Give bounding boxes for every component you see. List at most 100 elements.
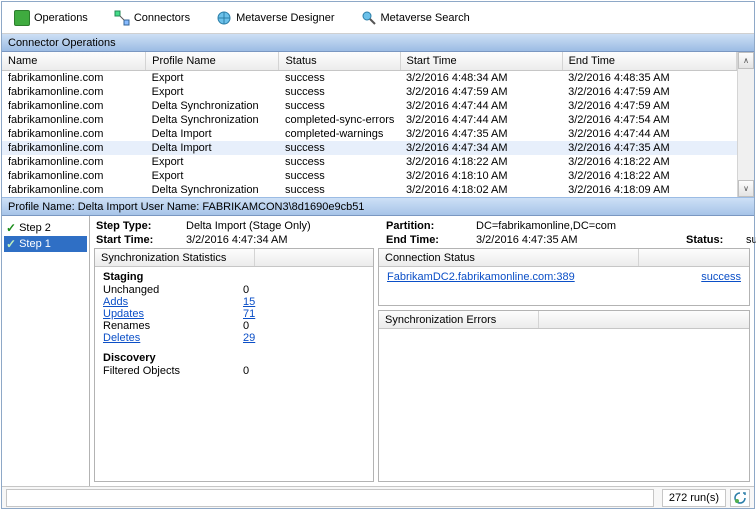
cell-start: 3/2/2016 4:18:10 AM: [400, 169, 562, 183]
table-row[interactable]: fabrikamonline.comExportsuccess3/2/2016 …: [2, 169, 737, 183]
column-header[interactable]: Profile Name: [146, 52, 279, 71]
table-row[interactable]: fabrikamonline.comDelta Synchronizationc…: [2, 113, 737, 127]
stat-key[interactable]: Updates: [103, 308, 243, 320]
step-type-label: Step Type:: [96, 220, 186, 232]
sync-errors-panel: Synchronization Errors: [378, 310, 750, 482]
cell-name: fabrikamonline.com: [2, 155, 146, 169]
cell-start: 3/2/2016 4:18:02 AM: [400, 183, 562, 197]
detail-area: ✓Step 2✓Step 1 Step Type: Delta Import (…: [2, 216, 754, 486]
cell-end: 3/2/2016 4:18:09 AM: [562, 183, 736, 197]
partition-value: DC=fabrikamonline,DC=com: [476, 220, 756, 232]
operations-icon: [14, 10, 30, 26]
step-item[interactable]: ✓Step 2: [4, 220, 87, 236]
cell-name: fabrikamonline.com: [2, 113, 146, 127]
cell-start: 3/2/2016 4:48:34 AM: [400, 71, 562, 86]
cell-status: success: [279, 99, 400, 113]
detail-banner: Profile Name: Delta Import User Name: FA…: [2, 198, 754, 216]
column-header[interactable]: Name: [2, 52, 146, 71]
cell-end: 3/2/2016 4:48:35 AM: [562, 71, 736, 86]
stat-row: Updates71: [103, 308, 365, 320]
cell-profile: Delta Synchronization: [146, 113, 279, 127]
stat-key: Renames: [103, 320, 243, 332]
detail-panels: Synchronization Statistics StagingUnchan…: [90, 248, 754, 486]
column-header[interactable]: Start Time: [400, 52, 562, 71]
table-row[interactable]: fabrikamonline.comDelta Synchronizations…: [2, 99, 737, 113]
check-icon: ✓: [6, 237, 16, 251]
cell-profile: Export: [146, 71, 279, 86]
cell-name: fabrikamonline.com: [2, 99, 146, 113]
stat-value[interactable]: 29: [243, 332, 283, 344]
designer-label: Metaverse Designer: [236, 12, 334, 24]
stat-row: Adds15: [103, 296, 365, 308]
column-header[interactable]: Status: [279, 52, 400, 71]
cell-status: success: [279, 85, 400, 99]
cell-end: 3/2/2016 4:18:22 AM: [562, 169, 736, 183]
cell-name: fabrikamonline.com: [2, 127, 146, 141]
grid-scrollbar[interactable]: ∧ ∨: [737, 52, 754, 197]
metaverse-search-button[interactable]: Metaverse Search: [355, 8, 476, 28]
table-row[interactable]: fabrikamonline.comDelta Synchronizations…: [2, 183, 737, 197]
table-row[interactable]: fabrikamonline.comExportsuccess3/2/2016 …: [2, 71, 737, 86]
cell-profile: Delta Import: [146, 127, 279, 141]
refresh-button[interactable]: [730, 489, 750, 507]
stat-group-title: Discovery: [103, 352, 365, 364]
step-item[interactable]: ✓Step 1: [4, 236, 87, 252]
cell-profile: Delta Synchronization: [146, 183, 279, 197]
detail-right: Step Type: Delta Import (Stage Only) Par…: [90, 216, 754, 486]
cell-profile: Export: [146, 169, 279, 183]
app-window: Operations Connectors Metaverse Designer…: [1, 1, 755, 509]
table-row[interactable]: fabrikamonline.comDelta Importcompleted-…: [2, 127, 737, 141]
stat-key[interactable]: Deletes: [103, 332, 243, 344]
operations-grid[interactable]: NameProfile NameStatusStart TimeEnd Time…: [2, 52, 737, 197]
end-time-value: 3/2/2016 4:47:35 AM: [476, 234, 686, 246]
status-value: success: [746, 234, 756, 246]
partition-label: Partition:: [386, 220, 476, 232]
connection-host-link[interactable]: FabrikamDC2.fabrikamonline.com:389: [387, 271, 575, 301]
stat-key: Unchanged: [103, 284, 243, 296]
scroll-down-button[interactable]: ∨: [738, 180, 754, 197]
cell-name: fabrikamonline.com: [2, 85, 146, 99]
cell-end: 3/2/2016 4:18:22 AM: [562, 155, 736, 169]
stat-value[interactable]: 71: [243, 308, 283, 320]
cell-name: fabrikamonline.com: [2, 71, 146, 86]
connectors-button[interactable]: Connectors: [108, 8, 196, 28]
cell-name: fabrikamonline.com: [2, 183, 146, 197]
stat-key: Filtered Objects: [103, 365, 243, 377]
cell-end: 3/2/2016 4:47:54 AM: [562, 113, 736, 127]
status-spacer: [6, 489, 654, 507]
step-label: Step 2: [19, 222, 51, 234]
connection-result-link[interactable]: success: [701, 271, 741, 301]
table-row[interactable]: fabrikamonline.comExportsuccess3/2/2016 …: [2, 85, 737, 99]
stat-row: Filtered Objects0: [103, 365, 365, 377]
sync-statistics-panel: Synchronization Statistics StagingUnchan…: [94, 248, 374, 482]
steps-list[interactable]: ✓Step 2✓Step 1: [2, 216, 90, 486]
column-header[interactable]: End Time: [562, 52, 736, 71]
metaverse-designer-button[interactable]: Metaverse Designer: [210, 8, 340, 28]
start-time-value: 3/2/2016 4:47:34 AM: [186, 234, 386, 246]
operations-button[interactable]: Operations: [8, 8, 94, 28]
cell-profile: Delta Synchronization: [146, 99, 279, 113]
stat-row: Deletes29: [103, 332, 365, 344]
cell-profile: Delta Import: [146, 141, 279, 155]
table-row[interactable]: fabrikamonline.comExportsuccess3/2/2016 …: [2, 155, 737, 169]
cell-name: fabrikamonline.com: [2, 169, 146, 183]
scroll-up-button[interactable]: ∧: [738, 52, 754, 69]
cell-name: fabrikamonline.com: [2, 141, 146, 155]
stat-value: 0: [243, 365, 283, 377]
stat-key[interactable]: Adds: [103, 296, 243, 308]
table-row[interactable]: fabrikamonline.comDelta Importsuccess3/2…: [2, 141, 737, 155]
status-bar: 272 run(s): [2, 486, 754, 508]
connection-status-panel: Connection Status FabrikamDC2.fabrikamon…: [378, 248, 750, 306]
stat-row: Renames0: [103, 320, 365, 332]
toolbar: Operations Connectors Metaverse Designer…: [2, 2, 754, 34]
cell-status: success: [279, 71, 400, 86]
connectors-icon: [114, 10, 130, 26]
stat-value[interactable]: 15: [243, 296, 283, 308]
cell-start: 3/2/2016 4:47:34 AM: [400, 141, 562, 155]
end-time-label: End Time:: [386, 234, 476, 246]
cell-start: 3/2/2016 4:47:35 AM: [400, 127, 562, 141]
cell-status: completed-sync-errors: [279, 113, 400, 127]
step-label: Step 1: [19, 238, 51, 250]
refresh-icon: [733, 491, 747, 505]
cell-status: success: [279, 155, 400, 169]
